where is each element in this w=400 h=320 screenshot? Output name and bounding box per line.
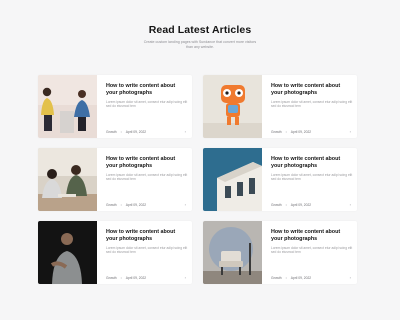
article-category[interactable]: Growth bbox=[271, 130, 282, 134]
article-card[interactable]: How to write content about your photogra… bbox=[203, 148, 357, 211]
article-excerpt: Lorem ipsum dolor sit amet, consect etur… bbox=[271, 100, 353, 109]
article-thumbnail[interactable] bbox=[38, 75, 97, 138]
article-thumbnail[interactable] bbox=[203, 148, 262, 211]
article-date: April 09, 2022 bbox=[290, 129, 312, 134]
chevron-right-icon[interactable]: › bbox=[350, 129, 351, 134]
article-title[interactable]: How to write content about your photogra… bbox=[106, 229, 188, 243]
article-excerpt: Lorem ipsum dolor sit amet, consect etur… bbox=[271, 173, 353, 182]
article-title[interactable]: How to write content about your photogra… bbox=[271, 156, 353, 170]
chevron-right-icon[interactable]: › bbox=[185, 275, 186, 280]
meta-separator: • bbox=[120, 129, 122, 134]
article-meta: Growth • April 09, 2022 › bbox=[106, 129, 188, 134]
article-date: April 09, 2022 bbox=[125, 202, 147, 207]
article-excerpt: Lorem ipsum dolor sit amet, consect etur… bbox=[271, 246, 353, 255]
article-excerpt: Lorem ipsum dolor sit amet, consect etur… bbox=[106, 100, 188, 109]
section-title: Read Latest Articles bbox=[148, 24, 252, 36]
section-subtitle: Create custom landing pages with Sundanc… bbox=[143, 40, 257, 49]
article-category[interactable]: Growth bbox=[271, 203, 282, 207]
article-date: April 09, 2022 bbox=[290, 202, 312, 207]
article-thumbnail[interactable] bbox=[38, 148, 97, 211]
article-title[interactable]: How to write content about your photogra… bbox=[271, 83, 353, 97]
article-excerpt: Lorem ipsum dolor sit amet, consect etur… bbox=[106, 173, 188, 182]
article-meta: Growth • April 09, 2022 › bbox=[106, 275, 188, 280]
meta-separator: • bbox=[120, 275, 122, 280]
article-card[interactable]: How to write content about your photogra… bbox=[203, 221, 357, 284]
article-date: April 09, 2022 bbox=[290, 275, 312, 280]
article-category[interactable]: Growth bbox=[106, 130, 117, 134]
meta-separator: • bbox=[120, 202, 122, 207]
article-title[interactable]: How to write content about your photogra… bbox=[106, 156, 188, 170]
meta-separator: • bbox=[285, 129, 287, 134]
article-meta: Growth • April 09, 2022 › bbox=[271, 275, 353, 280]
meta-separator: • bbox=[285, 275, 287, 280]
article-card[interactable]: How to write content about your photogra… bbox=[38, 75, 192, 138]
article-date: April 09, 2022 bbox=[125, 275, 147, 280]
article-date: April 09, 2022 bbox=[125, 129, 147, 134]
article-meta: Growth • April 09, 2022 › bbox=[106, 202, 188, 207]
article-category[interactable]: Growth bbox=[106, 203, 117, 207]
article-thumbnail[interactable] bbox=[203, 221, 262, 284]
article-category[interactable]: Growth bbox=[106, 276, 117, 280]
meta-separator: • bbox=[285, 202, 287, 207]
article-title[interactable]: How to write content about your photogra… bbox=[106, 83, 188, 97]
article-thumbnail[interactable] bbox=[203, 75, 262, 138]
chevron-right-icon[interactable]: › bbox=[350, 275, 351, 280]
article-meta: Growth • April 09, 2022 › bbox=[271, 202, 353, 207]
article-excerpt: Lorem ipsum dolor sit amet, consect etur… bbox=[106, 246, 188, 255]
article-card[interactable]: How to write content about your photogra… bbox=[38, 221, 192, 284]
chevron-right-icon[interactable]: › bbox=[350, 202, 351, 207]
article-card[interactable]: How to write content about your photogra… bbox=[203, 75, 357, 138]
article-category[interactable]: Growth bbox=[271, 276, 282, 280]
article-card[interactable]: How to write content about your photogra… bbox=[38, 148, 192, 211]
article-thumbnail[interactable] bbox=[38, 221, 97, 284]
article-meta: Growth • April 09, 2022 › bbox=[271, 129, 353, 134]
chevron-right-icon[interactable]: › bbox=[185, 202, 186, 207]
article-title[interactable]: How to write content about your photogra… bbox=[271, 229, 353, 243]
chevron-right-icon[interactable]: › bbox=[185, 129, 186, 134]
